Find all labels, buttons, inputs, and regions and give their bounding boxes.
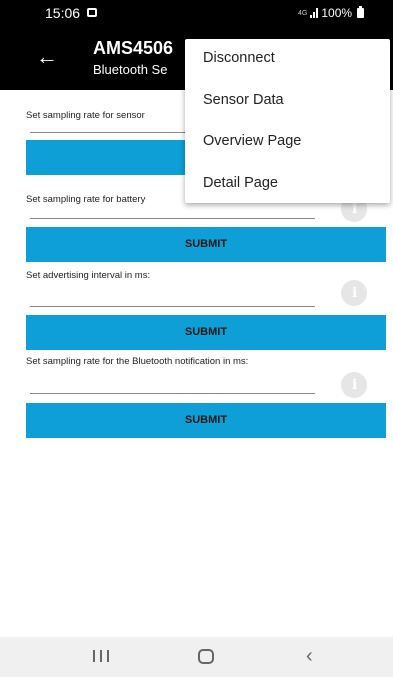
menu-item-sensor-data[interactable]: Sensor Data bbox=[203, 92, 284, 108]
advertising-submit-button[interactable]: SUBMIT bbox=[26, 315, 386, 350]
status-time: 15:06 bbox=[45, 5, 81, 21]
advertising-interval-label: Set advertising interval in ms: bbox=[26, 270, 151, 281]
battery-rate-label: Set sampling rate for battery bbox=[26, 194, 146, 205]
battery-submit-button[interactable]: SUBMIT bbox=[26, 227, 386, 262]
notification-info-icon[interactable]: i bbox=[341, 372, 367, 398]
status-indicators: 4G 100% bbox=[298, 6, 365, 20]
app-title: AMS4506 bbox=[93, 38, 174, 58]
menu-item-overview-page[interactable]: Overview Page bbox=[203, 133, 301, 149]
notification-submit-button[interactable]: SUBMIT bbox=[26, 403, 386, 438]
notification-rate-input[interactable] bbox=[30, 393, 315, 394]
signal-icon bbox=[310, 8, 319, 18]
overflow-menu: Disconnect Sensor Data Overview Page Det… bbox=[185, 39, 390, 203]
advertising-interval-input[interactable] bbox=[30, 306, 315, 307]
gallery-notification-icon bbox=[87, 8, 97, 17]
advertising-info-icon[interactable]: i bbox=[341, 280, 367, 306]
nav-back-icon[interactable]: ‹ bbox=[306, 645, 313, 668]
menu-item-disconnect[interactable]: Disconnect bbox=[203, 50, 275, 66]
system-nav-bar: ‹ bbox=[0, 637, 393, 677]
home-icon[interactable] bbox=[198, 649, 214, 664]
app-subtitle: Bluetooth Se bbox=[93, 62, 168, 77]
back-arrow-icon[interactable]: ← bbox=[36, 46, 58, 68]
battery-percent: 100% bbox=[321, 6, 353, 20]
sensor-rate-label: Set sampling rate for sensor bbox=[26, 110, 145, 121]
notification-rate-label: Set sampling rate for the Bluetooth noti… bbox=[26, 356, 249, 367]
menu-item-detail-page[interactable]: Detail Page bbox=[203, 175, 278, 191]
battery-icon bbox=[357, 6, 365, 18]
status-bar: 15:06 4G 100% bbox=[0, 0, 393, 26]
battery-rate-input[interactable] bbox=[30, 218, 315, 219]
recents-icon[interactable] bbox=[93, 650, 109, 662]
network-type-label: 4G bbox=[298, 9, 308, 17]
